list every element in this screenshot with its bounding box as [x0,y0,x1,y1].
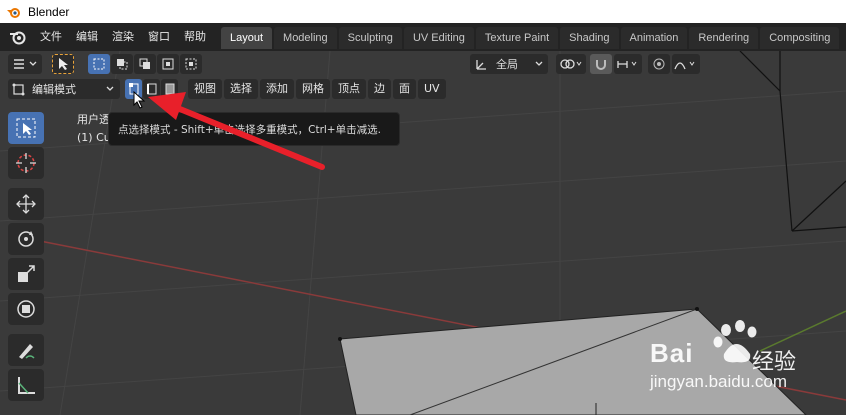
watermark-brand: Bai [650,338,694,368]
watermark-url: jingyan.baidu.com [650,372,788,391]
mouse-pointer-icon [133,91,146,109]
